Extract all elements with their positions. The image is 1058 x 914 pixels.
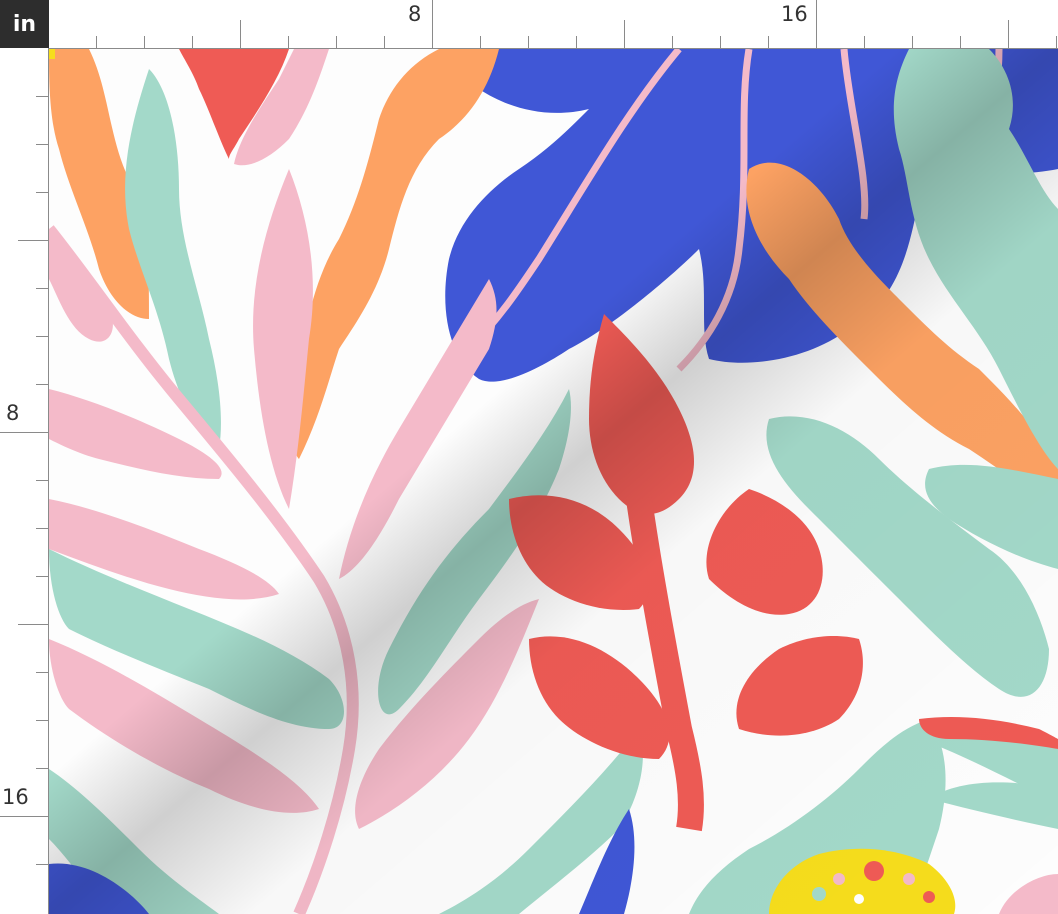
ruler-tick <box>576 36 577 48</box>
ruler-tick <box>36 384 48 385</box>
ruler-tick <box>36 288 48 289</box>
left-ruler: 8 16 <box>0 48 49 914</box>
ruler-tick <box>1056 36 1057 48</box>
ruler-tick <box>36 576 48 577</box>
ruler-tick <box>36 864 48 865</box>
ruler-tick <box>624 20 625 48</box>
ruler-tick <box>36 720 48 721</box>
ruler-tick <box>36 144 48 145</box>
ruler-tick <box>36 192 48 193</box>
ruler-tick <box>288 36 289 48</box>
ruler-tick <box>36 768 48 769</box>
ruler-tick <box>240 20 241 48</box>
ruler-tick <box>36 528 48 529</box>
ruler-label-8: 8 <box>408 2 422 26</box>
ruler-tick <box>720 36 721 48</box>
ruler-tick <box>36 480 48 481</box>
ruler-tick <box>960 36 961 48</box>
ruler-tick <box>36 96 48 97</box>
fabric-fold-shadow <box>49 49 1058 914</box>
ruler-tick <box>0 432 48 433</box>
ruler-tick <box>192 36 193 48</box>
ruler-tick <box>864 36 865 48</box>
ruler-tick <box>912 36 913 48</box>
ruler-tick <box>36 336 48 337</box>
ruler-tick <box>816 0 817 48</box>
ruler-tick <box>528 36 529 48</box>
ruler-tick <box>672 36 673 48</box>
ruler-label-16: 16 <box>781 2 808 26</box>
ruler-tick <box>144 36 145 48</box>
fabric-pattern-preview <box>49 49 1058 914</box>
ruler-unit-corner: in <box>0 0 49 48</box>
ruler-tick <box>1008 20 1009 48</box>
ruler-tick <box>18 624 48 625</box>
ruler-tick <box>96 36 97 48</box>
ruler-label-16-left: 16 <box>2 785 29 809</box>
ruler-tick <box>36 672 48 673</box>
botanical-pattern-artwork <box>49 49 1058 914</box>
ruler-tick <box>480 36 481 48</box>
top-ruler: 8 16 <box>49 0 1058 49</box>
ruler-tick <box>18 240 48 241</box>
ruler-tick <box>384 36 385 48</box>
ruler-tick <box>0 816 48 817</box>
ruler-tick <box>768 36 769 48</box>
ruler-tick <box>336 36 337 48</box>
ruler-tick <box>432 0 433 48</box>
ruler-label-8-left: 8 <box>6 401 20 425</box>
